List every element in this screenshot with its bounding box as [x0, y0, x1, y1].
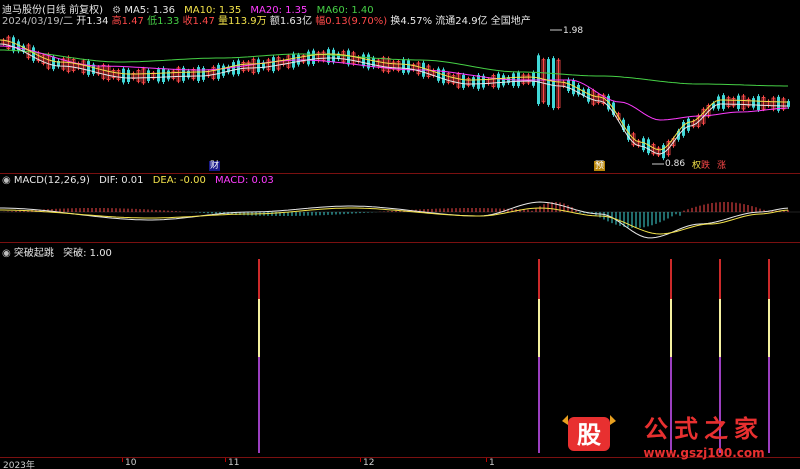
macd-value: MACD: 0.03: [215, 175, 274, 186]
candle-body: [402, 59, 405, 73]
axis-tick: [122, 458, 123, 462]
candle-body: [567, 79, 570, 91]
candle-body: [717, 96, 720, 109]
candle-body: [362, 54, 365, 67]
candle-body: [332, 49, 335, 63]
candle-body: [687, 118, 690, 131]
signal-bar-top: [258, 259, 260, 299]
candle-body: [587, 88, 590, 102]
candle-body: [122, 68, 125, 83]
event-tag-zhang[interactable]: 涨: [716, 161, 727, 171]
event-tag-cai[interactable]: 财: [209, 161, 221, 171]
pane-divider-1: [0, 173, 800, 174]
macd-pane[interactable]: [0, 186, 800, 242]
signal-bar-bottom: [258, 357, 260, 453]
candle-body: [167, 70, 170, 80]
signal-bar-bottom: [538, 357, 540, 453]
ma10-line: [0, 39, 788, 151]
axis-tick: [486, 458, 487, 462]
signal-bar-mid: [538, 299, 540, 357]
candle-body: [372, 57, 375, 68]
price-candlestick-pane[interactable]: [0, 24, 800, 174]
signal-bar-top: [538, 259, 540, 299]
axis-label: 12: [363, 458, 375, 468]
event-tag-die[interactable]: 跌: [700, 161, 711, 171]
signal-bar-mid: [670, 299, 672, 357]
candle-body: [147, 70, 150, 82]
candle-body: [312, 50, 315, 65]
candle-body: [222, 65, 225, 76]
candle-body: [737, 95, 740, 109]
price-low-marker: 0.86: [665, 159, 686, 169]
candle-body: [497, 73, 500, 88]
candle-body: [237, 60, 240, 75]
macd-title[interactable]: MACD(12,26,9): [14, 175, 90, 186]
axis-label: 11: [228, 458, 240, 468]
stock-chart-window: 迪马股份(日线 前复权) ⚙ MA5: 1.36 MA10: 1.35 MA20…: [0, 0, 800, 469]
candle-body: [502, 75, 505, 86]
logo-text: 股: [577, 421, 601, 449]
candle-body: [462, 74, 465, 88]
candle-body: [272, 57, 275, 72]
candle-body: [327, 49, 330, 63]
event-tag-yu[interactable]: 预: [594, 161, 606, 171]
signal-bar-top: [670, 259, 672, 299]
watermark-url: www.gszj100.com: [643, 446, 764, 460]
candle-body: [407, 60, 410, 73]
macd-header: ◉ MACD(12,26,9) DIF: 0.01 DEA: -0.00 MAC…: [2, 175, 274, 186]
macd-dea: DEA: -0.00: [152, 175, 206, 186]
signal-bar-top: [719, 259, 721, 299]
axis-label: 1: [489, 458, 495, 468]
candle-body: [532, 72, 535, 86]
pane-divider-2: [0, 242, 800, 243]
macd-dif: DIF: 0.01: [99, 175, 144, 186]
candle-body: [307, 51, 310, 65]
candle-body: [12, 37, 15, 52]
candle-body: [52, 56, 55, 70]
candle-body: [217, 64, 220, 79]
signal-bar-mid: [258, 299, 260, 357]
axis-label: 2023年: [3, 461, 35, 469]
candle-body: [642, 138, 645, 151]
candle-body: [157, 69, 160, 82]
candle-body: [572, 80, 575, 95]
signal-bar-mid: [719, 299, 721, 357]
candle-body: [517, 72, 520, 87]
candle-body: [127, 69, 130, 83]
collapse-icon[interactable]: ◉: [2, 175, 11, 186]
candle-body: [722, 95, 725, 109]
candle-body: [32, 47, 35, 61]
axis-tick: [360, 458, 361, 462]
candle-body: [197, 67, 200, 81]
candle-body: [552, 58, 555, 109]
candle-body: [757, 96, 760, 111]
signal-bar-mid: [768, 299, 770, 357]
axis-tick: [225, 458, 226, 462]
site-watermark: 股 公式之家 www.gszj100.com: [554, 405, 794, 463]
candle-body: [347, 50, 350, 65]
ma20-line: [0, 45, 789, 121]
candle-body: [87, 61, 90, 75]
candle-body: [232, 62, 235, 75]
candle-body: [477, 74, 480, 89]
candle-body: [472, 77, 475, 87]
candle-body: [547, 59, 550, 105]
axis-label: 10: [125, 458, 137, 468]
candle-body: [162, 68, 165, 82]
signal-bar-top: [768, 259, 770, 299]
candle-body: [257, 59, 260, 73]
watermark-title: 公式之家: [644, 415, 764, 443]
candle-body: [752, 98, 755, 108]
price-high-marker: 1.98: [563, 26, 584, 36]
